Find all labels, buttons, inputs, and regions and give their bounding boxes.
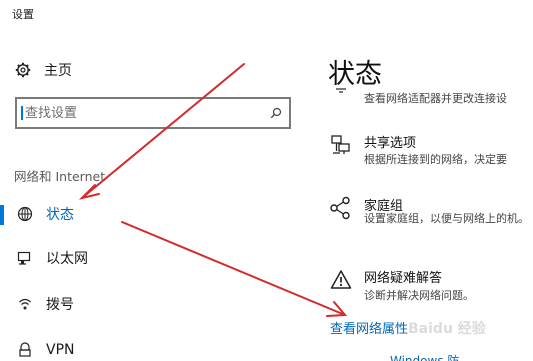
globe-icon [15, 204, 35, 224]
option-sharing[interactable]: 共享选项 根据所连接到的网络，决定要 [328, 132, 528, 172]
option-title: 网络疑难解答 [364, 271, 443, 286]
adapter-icon [328, 86, 354, 96]
selection-indicator [0, 205, 4, 225]
annotation-arrowhead [78, 184, 100, 200]
baidu-watermark: Baidu 经验 [408, 321, 486, 337]
gear-icon [14, 61, 32, 79]
text-caret [21, 106, 23, 120]
option-title: 共享选项 [364, 136, 417, 151]
sidebar-item-label: 拨号 [46, 297, 74, 313]
sidebar-item-ethernet[interactable]: 以太网 [0, 244, 300, 272]
search-field[interactable] [15, 97, 291, 129]
sidebar-item-status[interactable]: 状态 [0, 200, 300, 228]
window-title: 设置 [12, 8, 34, 21]
view-network-properties-link[interactable]: 查看网络属性 [330, 318, 408, 337]
search-input[interactable] [17, 99, 263, 127]
sharing-icon [328, 132, 354, 158]
search-icon[interactable] [263, 99, 289, 127]
vpn-icon [15, 340, 35, 360]
homegroup-icon [328, 195, 354, 221]
option-description: 设置家庭组，以便与网络上的机。 [364, 212, 529, 225]
option-description: 根据所连接到的网络，决定要 [364, 153, 507, 166]
option-description: 诊断并解决网络问题。 [364, 289, 474, 302]
ethernet-icon [15, 248, 35, 268]
annotation-arrow-to-status [81, 63, 245, 199]
sidebar-home[interactable]: 主页 [14, 58, 72, 82]
option-homegroup[interactable]: 家庭组 设置家庭组，以便与网络上的机。 [328, 195, 529, 245]
sidebar-item-dialup[interactable]: 拨号 [0, 290, 300, 318]
warning-icon [328, 267, 354, 293]
sidebar-item-label: VPN [46, 342, 75, 358]
option-change-adapter[interactable]: 查看网络适配器并更改连接设 [328, 88, 528, 110]
sidebar-item-vpn[interactable]: VPN [0, 336, 300, 361]
sidebar-item-label: 状态 [46, 207, 74, 223]
windows-firewall-link[interactable]: Windows 防 [390, 352, 459, 361]
dialup-icon [15, 294, 35, 314]
sidebar-item-label: 以太网 [46, 251, 88, 267]
option-troubleshoot[interactable]: 网络疑难解答 诊断并解决网络问题。 [328, 267, 528, 305]
sidebar-home-label: 主页 [44, 63, 72, 79]
option-description: 查看网络适配器并更改连接设 [364, 92, 507, 105]
sidebar-section-header: 网络和 Internet [14, 169, 106, 184]
